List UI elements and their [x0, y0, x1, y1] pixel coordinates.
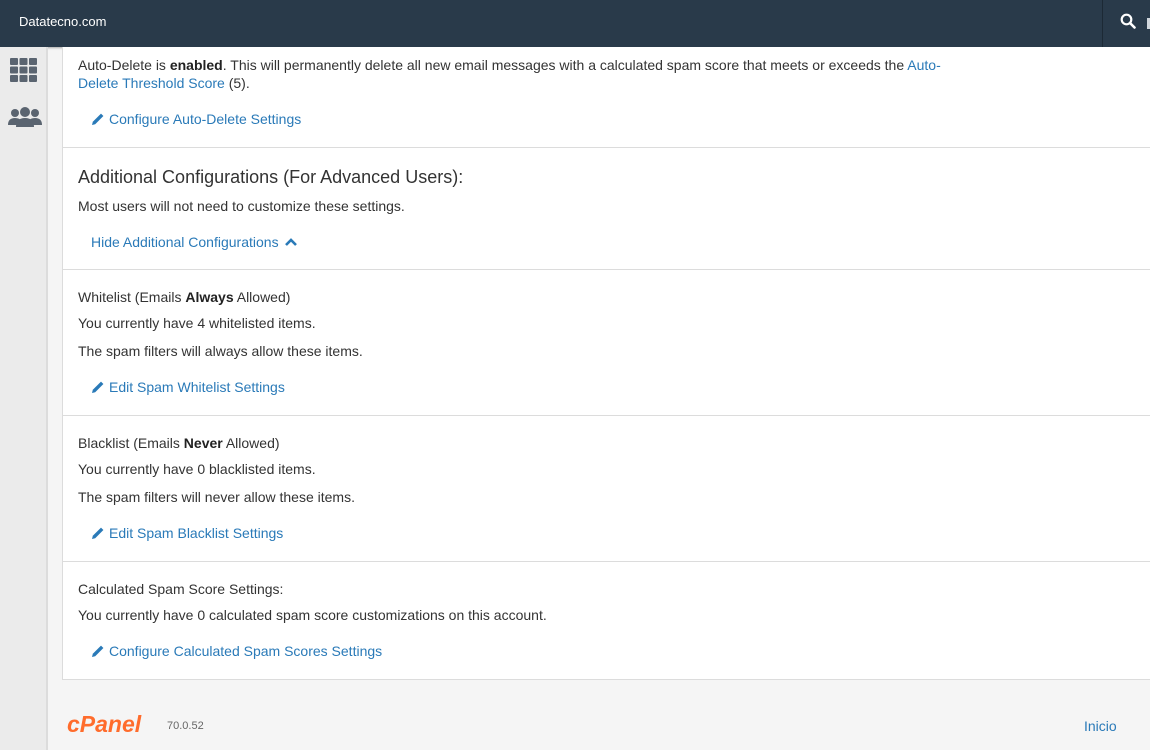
pencil-icon: [92, 645, 104, 657]
configure-spamscore-button[interactable]: Configure Calculated Spam Scores Setting…: [91, 643, 382, 659]
hide-additional-config-label: Hide Additional Configurations: [91, 234, 279, 250]
whitelist-title: Whitelist (Emails Always Allowed): [78, 289, 290, 305]
spamscore-title: Calculated Spam Score Settings:: [78, 581, 284, 597]
whitelist-description: The spam filters will always allow these…: [78, 343, 363, 359]
chevron-up-icon: [285, 238, 298, 246]
additional-config-description: Most users will not need to customize th…: [78, 198, 405, 214]
sidebar: [0, 47, 48, 750]
top-navbar: Datatecno.com: [0, 0, 1150, 47]
spamscore-section: Calculated Spam Score Settings: You curr…: [63, 562, 1150, 679]
threshold-link[interactable]: Auto-: [907, 57, 940, 73]
whitelist-title-bold: Always: [185, 289, 234, 305]
cpanel-logo-text: cPanel: [67, 711, 142, 737]
additional-config-section: Additional Configurations (For Advanced …: [63, 148, 1150, 269]
configure-spamscore-label: Configure Calculated Spam Scores Setting…: [109, 643, 383, 659]
search-icon[interactable]: [1120, 13, 1140, 33]
additional-config-heading: Additional Configurations (For Advanced …: [78, 167, 464, 187]
edit-whitelist-label: Edit Spam Whitelist Settings: [109, 379, 285, 395]
pencil-icon: [92, 527, 104, 539]
cpanel-logo[interactable]: cPanel: [67, 710, 163, 741]
blacklist-title-suffix: Allowed): [222, 435, 280, 451]
threshold-link-cont[interactable]: Delete Threshold Score: [78, 75, 225, 91]
threshold-value: (5).: [224, 75, 250, 91]
hide-additional-config-toggle[interactable]: Hide Additional Configurations: [91, 234, 301, 250]
spamscore-count: You currently have 0 calculated spam sco…: [78, 607, 547, 623]
autodelete-text: Auto-Delete is enabled. This will perman…: [78, 57, 941, 73]
grid-apps-icon[interactable]: [7, 55, 41, 85]
users-group-icon[interactable]: [7, 103, 42, 133]
edit-whitelist-button[interactable]: Edit Spam Whitelist Settings: [91, 379, 285, 395]
blacklist-description: The spam filters will never allow these …: [78, 489, 355, 505]
configure-autodelete-label: Configure Auto-Delete Settings: [109, 111, 302, 127]
spam-filters-panel: Auto-Delete is enabled. This will perman…: [62, 47, 1150, 680]
blacklist-count: You currently have 0 blacklisted items.: [78, 461, 316, 477]
autodelete-section: Auto-Delete is enabled. This will perman…: [63, 47, 1150, 147]
blacklist-title-prefix: Blacklist (Emails: [78, 435, 184, 451]
whitelist-section: Whitelist (Emails Always Allowed) You cu…: [63, 270, 1150, 415]
whitelist-count: You currently have 4 whitelisted items.: [78, 315, 316, 331]
autodelete-body: . This will permanently delete all new e…: [222, 57, 908, 73]
autodelete-status: enabled: [169, 57, 223, 73]
brand-name[interactable]: Datatecno.com: [19, 14, 106, 29]
pencil-icon: [92, 113, 104, 125]
whitelist-title-prefix: Whitelist (Emails: [78, 289, 186, 305]
search-divider: [1102, 0, 1103, 47]
whitelist-title-suffix: Allowed): [233, 289, 291, 305]
version-number: 70.0.52: [167, 720, 204, 732]
home-link[interactable]: Inicio: [1084, 718, 1117, 734]
configure-autodelete-button[interactable]: Configure Auto-Delete Settings: [91, 111, 301, 127]
blacklist-title: Blacklist (Emails Never Allowed): [78, 435, 280, 451]
edit-blacklist-label: Edit Spam Blacklist Settings: [109, 525, 284, 541]
pencil-icon: [92, 381, 104, 393]
autodelete-prefix: Auto-Delete is: [78, 57, 170, 73]
autodelete-text-line2: Delete Threshold Score (5).: [78, 75, 250, 91]
blacklist-section: Blacklist (Emails Never Allowed) You cur…: [63, 416, 1150, 561]
blacklist-title-bold: Never: [183, 435, 223, 451]
edit-blacklist-button[interactable]: Edit Spam Blacklist Settings: [91, 525, 283, 541]
